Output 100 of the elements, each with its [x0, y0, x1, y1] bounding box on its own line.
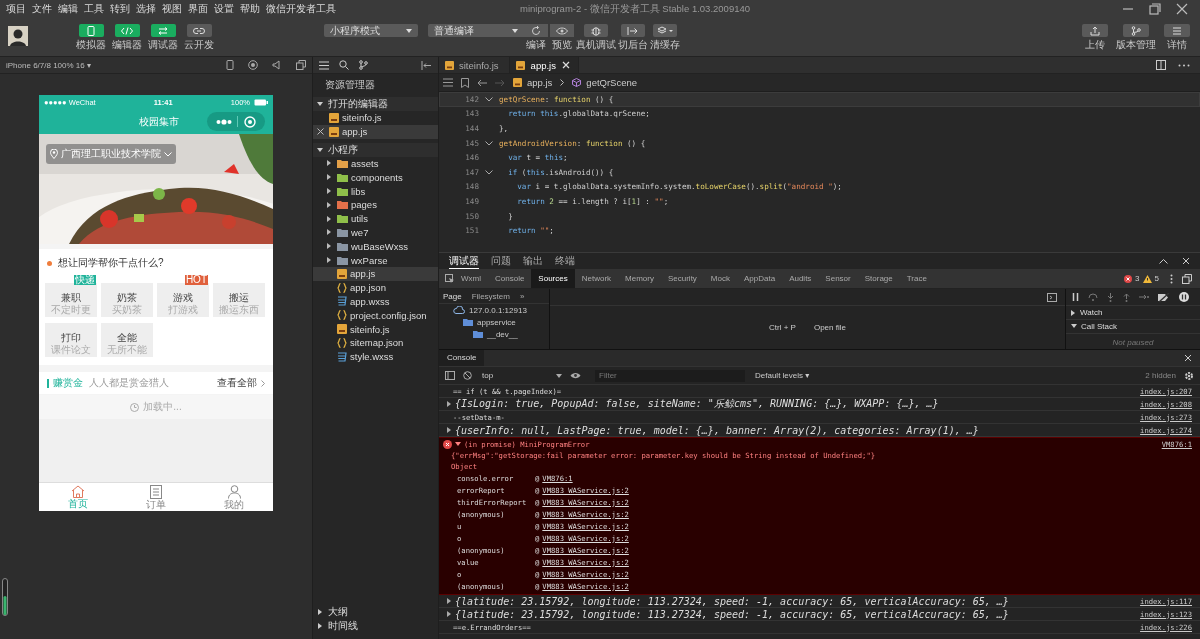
avatar[interactable]: [8, 26, 28, 46]
back-arrow-icon[interactable]: [477, 78, 487, 87]
devtools-tab[interactable]: Sources: [531, 269, 575, 288]
devtools-tab[interactable]: Security: [660, 269, 704, 288]
close-icon[interactable]: [317, 128, 324, 136]
view-all-link[interactable]: 查看全部: [217, 376, 257, 390]
tab-bar-item[interactable]: 我的: [195, 483, 273, 511]
branch-button[interactable]: [1123, 24, 1149, 37]
panel-tab[interactable]: 问题: [491, 254, 511, 268]
record-icon[interactable]: [248, 60, 258, 70]
file-tree-item[interactable]: siteinfo.js: [313, 111, 438, 125]
phone-icon[interactable]: [226, 60, 234, 70]
bookmark-icon[interactable]: [461, 77, 469, 88]
breadcrumb-item[interactable]: app.js: [527, 77, 553, 88]
panel-tab[interactable]: 调试器: [449, 253, 479, 269]
clear-console-icon[interactable]: [463, 371, 472, 380]
devtools-tab[interactable]: Sensor: [818, 269, 858, 288]
layers-button[interactable]: [653, 24, 677, 37]
expand-caret-icon[interactable]: [447, 611, 451, 617]
file-tree-item[interactable]: app.js: [313, 266, 438, 281]
file-tree-item[interactable]: pages: [313, 198, 438, 212]
service-tile[interactable]: 打印 课件论文: [45, 323, 97, 357]
section-header[interactable]: 打开的编辑器: [313, 97, 438, 111]
switch-button[interactable]: [621, 24, 645, 37]
file-tree-item[interactable]: we7: [313, 225, 438, 240]
split-editor-icon[interactable]: [1156, 60, 1166, 70]
inspect-icon[interactable]: [445, 274, 454, 283]
panel-tab[interactable]: 终端: [555, 254, 575, 268]
chevron-up-icon[interactable]: [1159, 258, 1168, 264]
step-over-icon[interactable]: [1088, 293, 1098, 301]
code-toggle[interactable]: [114, 24, 140, 37]
eye-button[interactable]: [550, 24, 574, 37]
menu-item[interactable]: 帮助: [240, 2, 260, 16]
file-tree-item[interactable]: sitemap.json: [313, 335, 438, 350]
file-tree-item[interactable]: app.wxss: [313, 294, 438, 309]
toggle-debugger-icon[interactable]: [1047, 292, 1057, 302]
call-stack-section-header[interactable]: Call Stack: [1066, 320, 1200, 334]
service-tile[interactable]: 奶茶 买奶茶: [101, 283, 153, 317]
refresh-button[interactable]: [524, 24, 548, 37]
close-icon[interactable]: [561, 61, 570, 69]
file-tree-item[interactable]: assets: [313, 156, 438, 171]
cloud-toggle[interactable]: [186, 24, 212, 37]
log-levels-dropdown[interactable]: Default levels ▾: [755, 371, 810, 380]
breadcrumb-item[interactable]: getQrScene: [586, 77, 638, 88]
kebab-menu-icon[interactable]: [1170, 273, 1173, 284]
navigator-tab[interactable]: »: [519, 291, 525, 301]
phone-toggle[interactable]: [78, 24, 104, 37]
close-icon[interactable]: [1176, 3, 1188, 15]
compile-dropdown[interactable]: 普通编译: [428, 24, 524, 37]
eye-icon[interactable]: [570, 372, 581, 379]
tree-item[interactable]: appservice: [477, 317, 516, 327]
step-into-icon[interactable]: [1107, 292, 1114, 302]
navigator-tab[interactable]: Filesystem: [471, 291, 510, 301]
file-tree-item[interactable]: project.config.json: [313, 308, 438, 323]
menu-item[interactable]: 工具: [84, 2, 104, 16]
debug-toggle[interactable]: [150, 24, 176, 37]
close-target-icon[interactable]: [244, 115, 257, 128]
expand-caret-icon[interactable]: [447, 401, 451, 407]
tree-item[interactable]: __dev__: [487, 329, 518, 339]
tab-bar-item[interactable]: 订单: [117, 483, 195, 511]
menu-item[interactable]: 选择: [136, 2, 156, 16]
watch-section-header[interactable]: Watch: [1066, 306, 1200, 320]
menu-item[interactable]: 视图: [162, 2, 182, 16]
step-icon[interactable]: [1139, 294, 1149, 300]
devtools-tab[interactable]: Trace: [899, 269, 934, 288]
settings-icon[interactable]: [1184, 370, 1194, 381]
menu-button[interactable]: [1164, 24, 1190, 37]
file-tree-item[interactable]: app.json: [313, 280, 438, 295]
menu-item[interactable]: 界面: [188, 2, 208, 16]
devtools-tab[interactable]: Wxml: [454, 269, 488, 288]
navigator-tab[interactable]: Page: [443, 291, 462, 301]
file-tree-item[interactable]: app.js: [313, 124, 438, 139]
menu-item[interactable]: 转到: [110, 2, 130, 16]
menu-item[interactable]: 项目: [6, 2, 26, 16]
devtools-tab[interactable]: AppData: [737, 269, 783, 288]
fold-chevron-icon[interactable]: [485, 169, 493, 175]
pause-exceptions-icon[interactable]: [1179, 292, 1189, 302]
devtools-tab[interactable]: Storage: [857, 269, 900, 288]
devtools-tab[interactable]: Console: [488, 269, 532, 288]
fold-chevron-icon[interactable]: [485, 140, 493, 146]
menu-item[interactable]: 设置: [214, 2, 234, 16]
devtools-tab[interactable]: Memory: [618, 269, 661, 288]
fold-chevron-icon[interactable]: [485, 96, 493, 102]
list-icon[interactable]: [443, 78, 453, 87]
section-header[interactable]: 小程序: [313, 142, 438, 157]
list-icon[interactable]: [319, 60, 329, 70]
file-tree-item[interactable]: style.wxss: [313, 349, 438, 364]
device-selector[interactable]: iPhone 6/7/8 100% 16 ▾: [6, 60, 91, 70]
context-selector[interactable]: top: [480, 371, 562, 380]
bug-button[interactable]: [584, 24, 608, 37]
close-icon[interactable]: [1182, 257, 1190, 265]
tree-item[interactable]: 127.0.0.1:12913: [469, 305, 527, 315]
service-tile[interactable]: 游戏 打游戏: [157, 283, 209, 317]
more-icon[interactable]: [1178, 63, 1190, 67]
restore-icon[interactable]: [1149, 3, 1161, 15]
filter-field[interactable]: Filter: [595, 369, 745, 382]
file-tree-item[interactable]: siteinfo.js: [313, 322, 438, 336]
menu-item[interactable]: 编辑: [58, 2, 78, 16]
editor-tab[interactable]: app.js: [509, 57, 579, 73]
undock-icon[interactable]: [1182, 273, 1192, 284]
